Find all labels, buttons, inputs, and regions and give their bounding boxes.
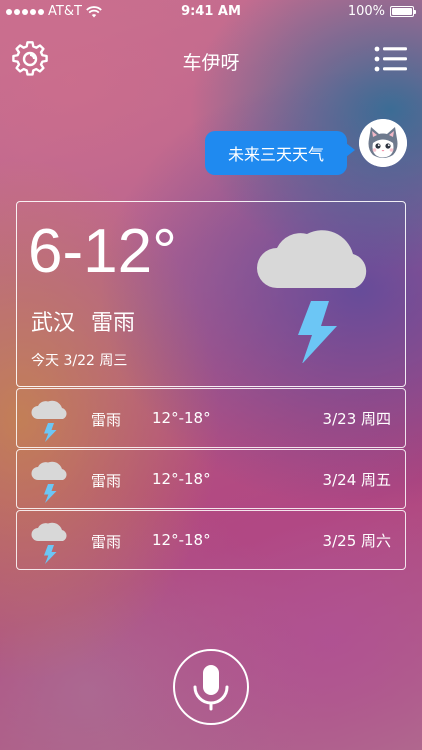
forecast-temp: 12°-18°: [152, 531, 211, 549]
forecast-condition: 雷雨: [91, 472, 122, 490]
forecast-temp: 12°-18°: [152, 470, 211, 488]
nav-bar: 车伊呀: [0, 36, 422, 82]
list-menu-icon: [374, 46, 407, 72]
today-date: 今天 3/22 周三: [31, 353, 128, 369]
user-message-bubble: 未来三天天气: [205, 131, 355, 175]
forecast-row[interactable]: 雷雨 12°-18° 3/25 周六: [16, 510, 406, 570]
forecast-date: 3/23 周四: [322, 410, 391, 428]
avatar[interactable]: [359, 119, 407, 167]
battery-percent: 100%: [347, 4, 385, 19]
today-weather-card: 6-12° 武汉 雷雨 今天 3/22 周三: [16, 201, 406, 387]
forecast-condition: 雷雨: [91, 411, 122, 429]
thunderstorm-icon: [31, 461, 67, 503]
thunderstorm-icon: [257, 230, 367, 363]
user-message-text: 未来三天天气: [227, 145, 324, 164]
forecast-date: 3/25 周六: [322, 532, 391, 550]
status-right: 100%: [347, 4, 416, 19]
today-city: 武汉: [31, 311, 76, 336]
today-condition: 雷雨: [91, 311, 136, 336]
thunderstorm-icon: [31, 522, 67, 564]
today-location-line: 武汉 雷雨: [31, 305, 135, 337]
forecast-row[interactable]: 雷雨 12°-18° 3/23 周四: [16, 388, 406, 448]
forecast-row[interactable]: 雷雨 12°-18° 3/24 周五: [16, 449, 406, 509]
forecast-condition: 雷雨: [91, 533, 122, 551]
forecast-temp: 12°-18°: [152, 409, 211, 427]
forecast-date: 3/24 周五: [322, 471, 391, 489]
status-bar: AT&T 9:41 AM 100%: [0, 0, 422, 24]
menu-button[interactable]: [374, 44, 408, 74]
thunderstorm-icon: [31, 400, 67, 442]
today-temp-range: 6-12°: [28, 217, 177, 286]
voice-input-button[interactable]: [173, 649, 249, 725]
cat-avatar-icon: [359, 119, 407, 167]
page-title: 车伊呀: [182, 52, 240, 74]
battery-icon: [390, 6, 416, 17]
microphone-icon: [193, 665, 229, 711]
